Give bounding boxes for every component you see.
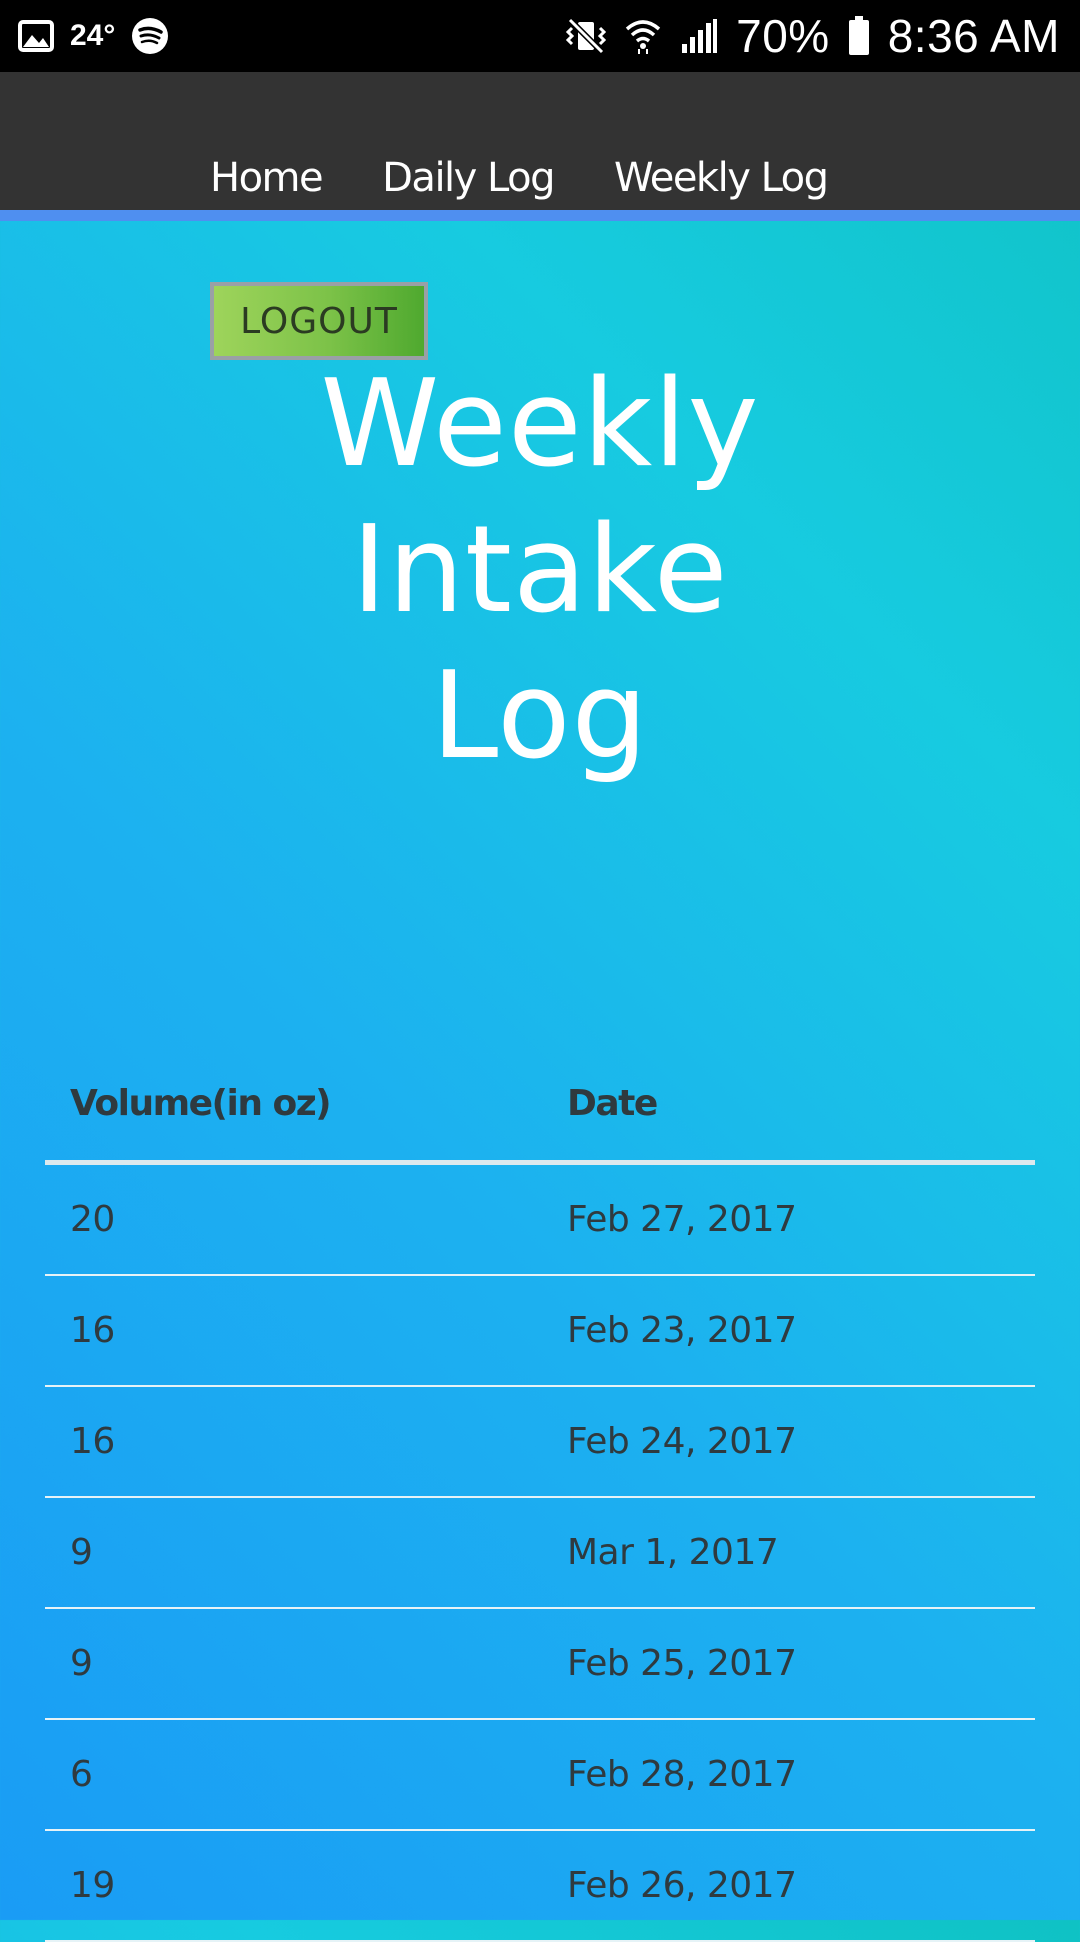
table-row: 6 Feb 28, 2017 bbox=[45, 1719, 1035, 1831]
wifi-icon bbox=[625, 20, 661, 54]
table-row: 16 Feb 24, 2017 bbox=[45, 1386, 1035, 1498]
nav-home[interactable]: Home bbox=[210, 148, 324, 208]
logout-button[interactable]: LOGOUT bbox=[210, 282, 428, 360]
page-title: Weekly Intake Log bbox=[0, 352, 1080, 790]
vibrate-icon bbox=[566, 17, 607, 55]
page-title-line: Intake bbox=[351, 501, 729, 640]
signal-icon bbox=[682, 19, 718, 53]
date-cell: Feb 26, 2017 bbox=[542, 1830, 1035, 1942]
status-bar-left: 24° bbox=[18, 0, 169, 72]
intake-table: Volume(in oz) Date 20 Feb 27, 2017 16 Fe… bbox=[45, 1046, 1035, 1942]
table-row: 16 Feb 23, 2017 bbox=[45, 1275, 1035, 1387]
nav-weekly-log[interactable]: Weekly Log bbox=[614, 148, 829, 208]
volume-cell: 6 bbox=[45, 1719, 542, 1831]
date-cell: Feb 27, 2017 bbox=[542, 1162, 1035, 1276]
battery-percent: 70% bbox=[736, 10, 830, 62]
table-header-row: Volume(in oz) Date bbox=[45, 1046, 1035, 1165]
table-row: 20 Feb 27, 2017 bbox=[45, 1162, 1035, 1276]
date-cell: Feb 25, 2017 bbox=[542, 1608, 1035, 1720]
nav-links: Home Daily Log Weekly Log bbox=[210, 148, 829, 208]
volume-cell: 19 bbox=[45, 1830, 542, 1942]
nav-daily-log[interactable]: Daily Log bbox=[382, 148, 555, 208]
column-header-volume: Volume(in oz) bbox=[45, 1046, 542, 1165]
date-cell: Feb 28, 2017 bbox=[542, 1719, 1035, 1831]
volume-cell: 9 bbox=[45, 1497, 542, 1609]
battery-icon bbox=[848, 16, 869, 55]
volume-cell: 20 bbox=[45, 1162, 542, 1276]
table-row: 9 Mar 1, 2017 bbox=[45, 1497, 1035, 1609]
column-header-date: Date bbox=[542, 1046, 1035, 1165]
spotify-icon bbox=[132, 18, 169, 54]
page-title-line: Log bbox=[431, 647, 649, 786]
status-bar-right: 70% 8:36 AM bbox=[566, 0, 1060, 72]
date-cell: Mar 1, 2017 bbox=[542, 1497, 1035, 1609]
volume-cell: 9 bbox=[45, 1608, 542, 1720]
volume-cell: 16 bbox=[45, 1386, 542, 1498]
navbar: Home Daily Log Weekly Log bbox=[0, 72, 1080, 221]
temperature: 24° bbox=[70, 19, 116, 52]
date-cell: Feb 24, 2017 bbox=[542, 1386, 1035, 1498]
page-title-line: Weekly bbox=[320, 355, 760, 494]
volume-cell: 16 bbox=[45, 1275, 542, 1387]
clock: 8:36 AM bbox=[887, 10, 1060, 62]
date-cell: Feb 23, 2017 bbox=[542, 1275, 1035, 1387]
image-icon bbox=[18, 20, 54, 52]
table-row: 9 Feb 25, 2017 bbox=[45, 1608, 1035, 1720]
table-row: 19 Feb 26, 2017 bbox=[45, 1830, 1035, 1942]
status-bar: 24° 70% 8:36 AM bbox=[0, 0, 1080, 72]
